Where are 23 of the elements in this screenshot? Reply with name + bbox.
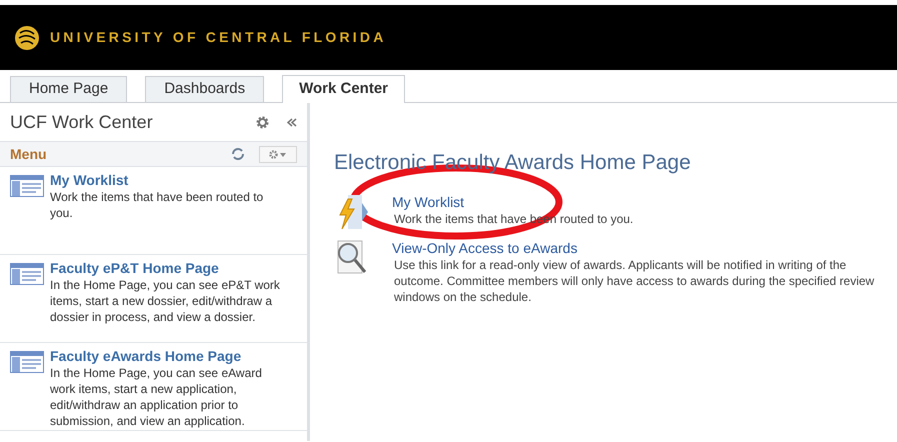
menu-item-description: Work the items that have been routed to you. bbox=[50, 189, 264, 221]
page-link[interactable]: My Worklist bbox=[392, 192, 464, 210]
settings-icon[interactable] bbox=[256, 116, 269, 128]
page-icon bbox=[10, 263, 44, 285]
menu-item-description: In the Home Page, you can see eP&T work items, start a new dossier, edit/withdraw a dossier in process, and view a dossier. bbox=[50, 277, 281, 325]
options-dropdown[interactable] bbox=[259, 146, 297, 162]
page-icon bbox=[10, 175, 44, 197]
page-icon bbox=[10, 351, 44, 373]
tab[interactable]: Home Page bbox=[10, 76, 128, 102]
menu-item-link[interactable]: Faculty eAwards Home Page bbox=[50, 347, 242, 365]
menu-item-description: In the Home Page, you can see eAward work items, start a new application, edit/withdraw an application prior to submission, and view an application. bbox=[50, 365, 263, 429]
menu-heading: Menu bbox=[10, 144, 48, 164]
refresh-icon[interactable] bbox=[231, 147, 245, 161]
page-link[interactable]: View-Only Access to eAwards bbox=[392, 238, 578, 256]
link-description: Use this link for a read-only view of awards. Applicants will be notified in writing of the outcome. Committee members will only have access to awards during the specified review windows on the schedule. bbox=[393, 256, 876, 304]
menu-item-link[interactable]: My Worklist bbox=[50, 171, 128, 189]
tab[interactable]: Work Center bbox=[282, 75, 406, 103]
gear-caret-icon bbox=[269, 150, 287, 158]
menu-item-link[interactable]: Faculty eP&T Home Page bbox=[50, 259, 219, 277]
tab[interactable]: Dashboards bbox=[145, 76, 264, 102]
collapse-icon[interactable] bbox=[287, 118, 297, 126]
university-name: UNIVERSITY OF CENTRAL FLORIDA bbox=[50, 28, 387, 47]
sidebar-title: UCF Work Center bbox=[10, 110, 154, 134]
